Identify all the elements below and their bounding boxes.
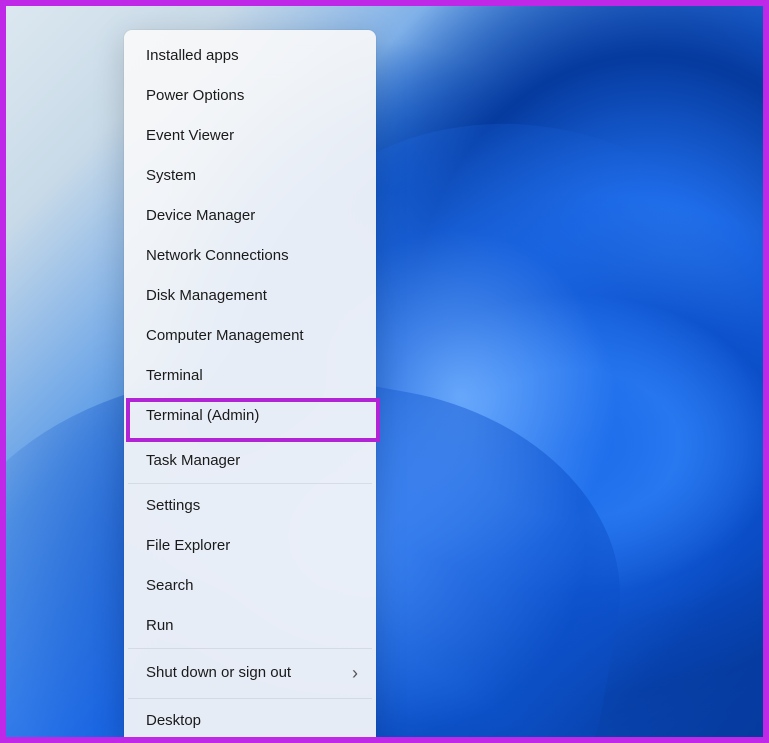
menu-item-settings[interactable]: Settings [124,486,376,526]
desktop-wallpaper [6,6,763,737]
menu-item-device-manager[interactable]: Device Manager [124,196,376,236]
menu-item-label: Power Options [146,84,244,108]
menu-item-run[interactable]: Run [124,606,376,646]
menu-item-label: Computer Management [146,324,304,348]
menu-item-label: Shut down or sign out [146,661,291,685]
menu-item-system[interactable]: System [124,156,376,196]
menu-item-label: Event Viewer [146,124,234,148]
menu-item-label: Run [146,614,174,638]
menu-item-label: Terminal [146,364,203,388]
menu-item-file-explorer[interactable]: File Explorer [124,526,376,566]
menu-item-label: File Explorer [146,534,230,558]
menu-item-terminal-admin[interactable]: Terminal (Admin) [124,396,376,436]
winx-context-menu: Installed apps Power Options Event Viewer S… [124,30,376,743]
menu-separator [128,483,372,484]
menu-item-label: Desktop [146,709,201,733]
menu-item-task-manager[interactable]: Task Manager [124,441,376,481]
screenshot-frame: Installed apps Power Options Event Viewer S… [0,0,769,743]
menu-item-event-viewer[interactable]: Event Viewer [124,116,376,156]
menu-item-disk-management[interactable]: Disk Management [124,276,376,316]
menu-item-label: Installed apps [146,44,239,68]
menu-item-label: System [146,164,196,188]
menu-separator [128,698,372,699]
menu-item-label: Settings [146,494,200,518]
menu-item-desktop[interactable]: Desktop [124,701,376,741]
menu-item-label: Task Manager [146,449,240,473]
menu-item-search[interactable]: Search [124,566,376,606]
menu-item-label: Disk Management [146,284,267,308]
menu-separator [128,438,372,439]
menu-item-installed-apps[interactable]: Installed apps [124,36,376,76]
menu-item-shutdown[interactable]: Shut down or sign out › [124,651,376,696]
menu-item-computer-management[interactable]: Computer Management [124,316,376,356]
menu-item-label: Network Connections [146,244,289,268]
chevron-right-icon: › [352,659,358,688]
menu-item-network-connections[interactable]: Network Connections [124,236,376,276]
menu-separator [128,648,372,649]
menu-item-terminal[interactable]: Terminal [124,356,376,396]
menu-item-label: Device Manager [146,204,255,228]
menu-item-label: Search [146,574,194,598]
menu-item-label: Terminal (Admin) [146,404,259,428]
menu-item-power-options[interactable]: Power Options [124,76,376,116]
